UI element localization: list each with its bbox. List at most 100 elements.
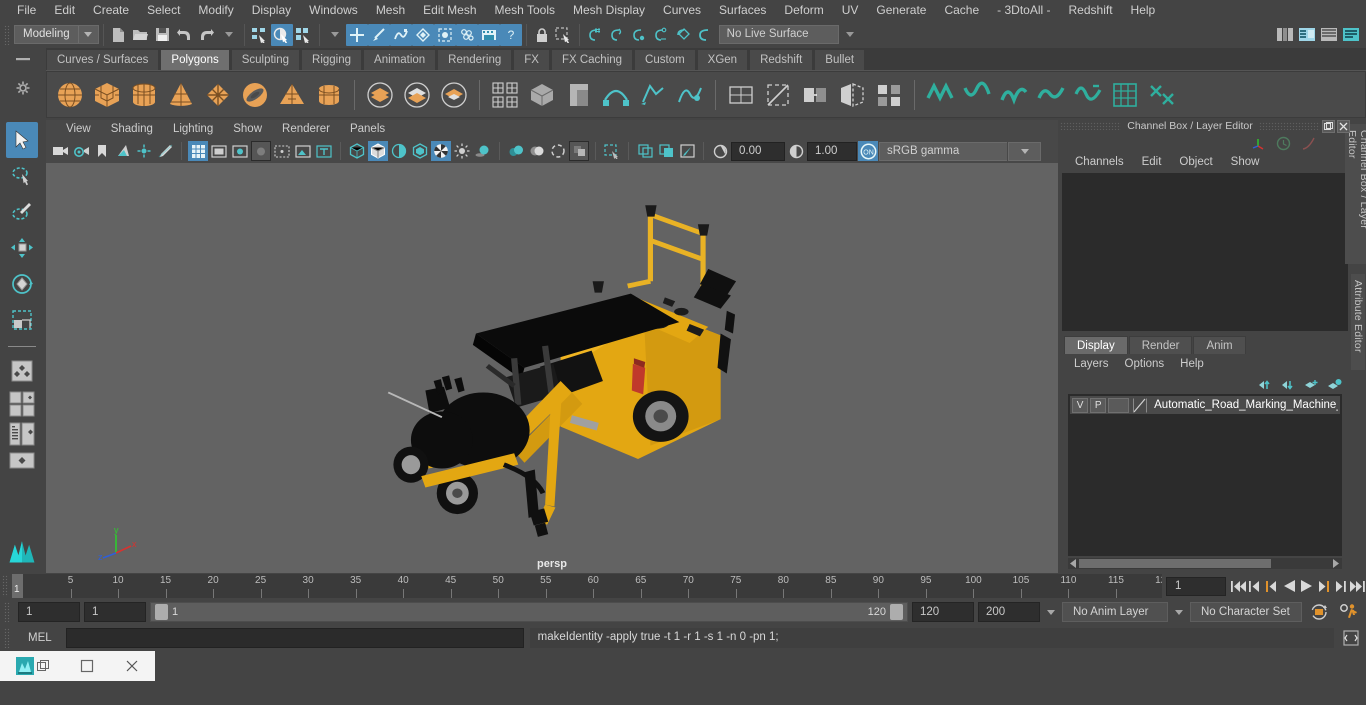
layer-list-horizontal-scrollbar[interactable] [1068, 558, 1342, 569]
shelf-tab-bullet[interactable]: Bullet [814, 49, 866, 70]
close-window-icon[interactable] [125, 659, 139, 673]
menu-modify[interactable]: Modify [189, 0, 242, 21]
menu-3dtoall[interactable]: - 3DtoAll - [988, 0, 1059, 21]
color-space-dropdown-icon[interactable] [1008, 141, 1041, 161]
highlight-selection-icon[interactable] [553, 24, 575, 46]
perspective-viewport[interactable]: y x z persp [46, 163, 1058, 573]
image-plane-icon[interactable] [113, 141, 133, 161]
menu-uv[interactable]: UV [833, 0, 868, 21]
animation-preferences-icon[interactable] [1336, 603, 1362, 621]
use-lights-icon[interactable] [452, 141, 472, 161]
character-set-field[interactable]: No Character Set [1190, 602, 1302, 622]
animation-end-field[interactable]: 200 [978, 602, 1040, 622]
viewport-menu-view[interactable]: View [56, 120, 101, 139]
snap-grid-icon[interactable] [584, 24, 606, 46]
select-camera-icon[interactable] [50, 141, 70, 161]
quad-layout-icon[interactable] [6, 389, 38, 419]
grid-toggle-icon[interactable] [188, 141, 208, 161]
wireframe-icon[interactable] [368, 141, 388, 161]
time-slider[interactable]: 1 5 10 15 20 25 30 35 40 45 50 55 60 65 70 75 80 85 90 95 1… [12, 574, 1162, 598]
channel-box-icon[interactable] [1296, 24, 1318, 46]
poly-sphere-icon[interactable] [53, 78, 87, 112]
camera-attributes-icon[interactable] [71, 141, 91, 161]
play-forwards-icon[interactable] [1298, 576, 1315, 596]
channel-box-menu-show[interactable]: Show [1222, 152, 1269, 173]
select-tool-icon[interactable] [6, 122, 38, 158]
poly-extrude-icon[interactable] [525, 78, 559, 112]
shelf-tab-redshift[interactable]: Redshift [749, 49, 814, 70]
move-layer-down-icon[interactable] [1281, 378, 1296, 391]
select-by-render-icon[interactable] [455, 23, 478, 46]
poly-bevel-icon[interactable] [562, 78, 596, 112]
viewport-menu-renderer[interactable]: Renderer [272, 120, 340, 139]
uv-transfer-icon[interactable] [1145, 78, 1179, 112]
poly-torus-icon[interactable] [238, 78, 272, 112]
command-line-grip[interactable] [4, 628, 10, 648]
attribute-editor-icon[interactable] [1340, 24, 1362, 46]
scroll-left-arrow-icon[interactable] [1070, 559, 1078, 568]
script-editor-icon[interactable] [1340, 630, 1362, 646]
shelf-tab-fx[interactable]: FX [513, 49, 550, 70]
shelf-tab-custom[interactable]: Custom [634, 49, 696, 70]
live-surface-field[interactable]: No Live Surface [718, 25, 839, 44]
poly-multicut-icon[interactable] [761, 78, 795, 112]
layer-tab-render[interactable]: Render [1128, 336, 1193, 354]
last-tool-used-icon[interactable] [6, 353, 38, 389]
viewport-menu-show[interactable]: Show [223, 120, 272, 139]
animation-start-field[interactable]: 1 [18, 602, 80, 622]
menu-help[interactable]: Help [1122, 0, 1165, 21]
select-hierarchy-icon[interactable] [249, 24, 271, 46]
command-input-field[interactable] [65, 628, 524, 648]
selection-mode-caret-icon[interactable] [218, 24, 240, 46]
poly-smooth-icon[interactable] [673, 78, 707, 112]
panel-grip-right[interactable] [1258, 122, 1320, 130]
two-d-pan-zoom-icon[interactable] [134, 141, 154, 161]
range-slider-left-handle[interactable] [155, 604, 168, 620]
select-by-curve-icon[interactable] [367, 23, 390, 46]
layer-playback-toggle[interactable]: P [1090, 397, 1107, 413]
snap-view-plane-icon[interactable] [672, 24, 694, 46]
menu-set-selector[interactable]: Modeling [14, 25, 99, 44]
go-to-start-icon[interactable] [1230, 576, 1247, 596]
poly-cone-icon[interactable] [164, 78, 198, 112]
menu-edit[interactable]: Edit [45, 0, 84, 21]
exposure-icon[interactable] [293, 141, 313, 161]
select-mask-caret-icon[interactable] [324, 24, 346, 46]
move-tool-icon[interactable] [6, 230, 38, 266]
new-layer-icon[interactable] [1304, 378, 1319, 391]
menu-windows[interactable]: Windows [300, 0, 367, 21]
film-origin-icon[interactable] [272, 141, 292, 161]
color-management-toggle-icon[interactable]: ON [858, 141, 878, 161]
play-backwards-icon[interactable] [1281, 576, 1298, 596]
shelf-collapse-icon[interactable] [12, 52, 34, 68]
viewport-menu-shading[interactable]: Shading [101, 120, 163, 139]
smooth-shade-all-icon[interactable] [410, 141, 430, 161]
menu-select[interactable]: Select [138, 0, 189, 21]
channel-box-content[interactable] [1062, 173, 1348, 331]
motion-blur-icon[interactable] [527, 141, 547, 161]
outliner-persp-layout-icon[interactable] [6, 419, 38, 449]
menu-surfaces[interactable]: Surfaces [710, 0, 775, 21]
menu-cache[interactable]: Cache [935, 0, 988, 21]
select-help-icon[interactable]: ? [499, 23, 522, 46]
anim-layer-dropdown-icon[interactable] [1044, 609, 1058, 615]
hud-toggle-icon[interactable] [314, 141, 334, 161]
menu-edit-mesh[interactable]: Edit Mesh [414, 0, 485, 21]
viewport-gamma-gate-icon[interactable] [569, 141, 589, 161]
menu-generate[interactable]: Generate [867, 0, 935, 21]
film-gate-icon[interactable] [209, 141, 229, 161]
close-icon[interactable] [1337, 119, 1350, 133]
poly-reduce-icon[interactable] [872, 78, 906, 112]
maximize-window-icon[interactable] [80, 659, 94, 673]
shadows-icon[interactable] [473, 141, 493, 161]
uv-layout-icon[interactable] [997, 78, 1031, 112]
poly-pyramid-icon[interactable] [275, 78, 309, 112]
range-end-field[interactable]: 120 [912, 602, 974, 622]
gate-mask-icon[interactable] [251, 141, 271, 161]
shelf-tab-rendering[interactable]: Rendering [437, 49, 513, 70]
textured-icon[interactable] [431, 141, 451, 161]
shelf-tab-animation[interactable]: Animation [363, 49, 437, 70]
snap-point-icon[interactable] [628, 24, 650, 46]
layer-list[interactable]: V P Automatic_Road_Marking_Machine_0 [1068, 394, 1342, 556]
snap-projected-center-icon[interactable] [650, 24, 672, 46]
